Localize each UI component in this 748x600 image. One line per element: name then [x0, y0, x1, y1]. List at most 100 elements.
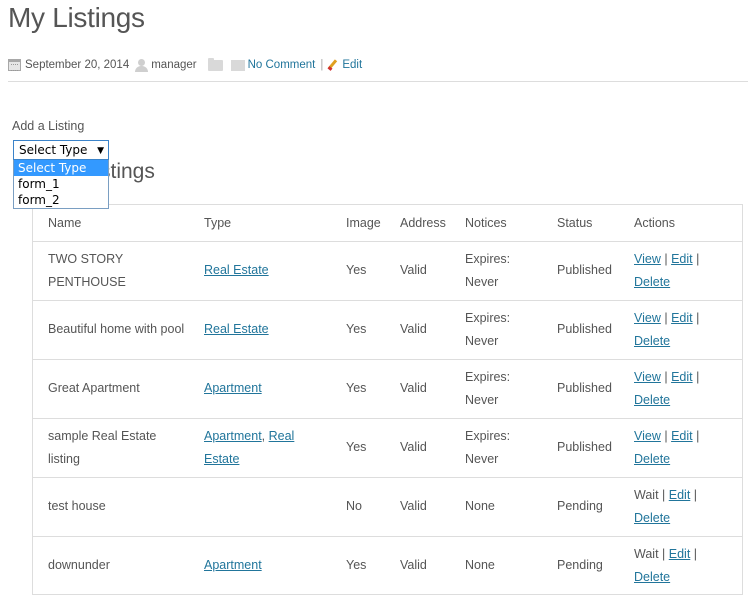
cell-name: Great Apartment: [33, 358, 189, 418]
header-image: Image: [331, 205, 385, 242]
cell-actions: View | Edit | Delete: [634, 251, 700, 289]
cell-name: test house: [33, 476, 189, 536]
cell-status: Pending: [542, 476, 619, 536]
delete-link[interactable]: Delete: [634, 452, 670, 466]
listing-type-selected-value: Select Type: [19, 143, 88, 157]
delete-link[interactable]: Delete: [634, 275, 670, 289]
cell-status: Published: [542, 299, 619, 359]
type-link[interactable]: Real Estate: [204, 263, 269, 277]
option-form-2[interactable]: form_2: [14, 192, 108, 208]
delete-link[interactable]: Delete: [634, 393, 670, 407]
divider: [8, 81, 748, 82]
cell-name: TWO STORY PENTHOUSE: [48, 251, 126, 289]
cell-address: Valid: [385, 358, 450, 418]
cell-address: Valid: [385, 417, 450, 477]
cell-image: No: [331, 476, 385, 536]
cell-name: downunder: [33, 535, 189, 595]
cell-type: Real Estate: [189, 299, 331, 359]
pencil-icon: [328, 60, 338, 70]
cell-image: Yes: [331, 358, 385, 418]
header-notices: Notices: [450, 205, 542, 242]
wait-label: Wait: [634, 546, 659, 561]
wait-label: Wait: [634, 487, 659, 502]
add-listing-label: Add a Listing: [12, 119, 85, 133]
edit-post-link[interactable]: Edit: [342, 59, 362, 71]
listing-type-select[interactable]: Select Type ▼: [13, 140, 109, 160]
edit-link[interactable]: Edit: [671, 429, 693, 443]
type-link[interactable]: Apartment: [204, 429, 262, 443]
post-author: manager: [151, 59, 197, 71]
table-header-row: Name Type Image Address Notices Status A…: [33, 205, 742, 242]
cell-actions: Wait | Edit | Delete: [619, 535, 742, 595]
edit-link[interactable]: Edit: [671, 252, 693, 266]
edit-link[interactable]: Edit: [669, 547, 691, 561]
view-link[interactable]: View: [634, 311, 661, 325]
cell-actions: Wait | Edit | Delete: [619, 476, 742, 536]
view-link[interactable]: View: [634, 252, 661, 266]
cell-status: Pending: [542, 535, 619, 595]
cell-type: Apartment, Real Estate: [189, 417, 331, 477]
delete-link[interactable]: Delete: [634, 511, 670, 525]
edit-link[interactable]: Edit: [671, 311, 693, 325]
edit-link[interactable]: Edit: [669, 488, 691, 502]
meta-separator: |: [320, 59, 324, 71]
cell-type: Apartment: [189, 358, 331, 418]
view-link[interactable]: View: [634, 370, 661, 384]
view-link[interactable]: View: [634, 429, 661, 443]
cell-type: Real Estate: [189, 241, 331, 300]
cell-notices: None: [450, 535, 542, 595]
post-meta: September 20, 2014 manager No Comment | …: [8, 57, 362, 73]
cell-image: Yes: [331, 299, 385, 359]
type-link[interactable]: Real Estate: [204, 322, 269, 336]
cell-notices: Expires: Never: [450, 358, 542, 418]
header-status: Status: [542, 205, 619, 242]
cell-type: Apartment: [189, 535, 331, 595]
cell-actions: View | Edit | Delete: [619, 417, 742, 477]
cell-actions: View | Edit | Delete: [619, 358, 742, 418]
user-icon: [135, 58, 149, 72]
cell-actions: View | Edit | Delete: [619, 299, 742, 359]
header-address: Address: [385, 205, 450, 242]
calendar-icon: [8, 59, 21, 71]
cell-address: Valid: [400, 263, 427, 277]
cell-image: Yes: [346, 263, 367, 277]
cell-address: Valid: [385, 299, 450, 359]
listing-rows: TWO STORY PENTHOUSE Real Estate Yes Valid Ex…: [33, 241, 742, 595]
listings-table: Name Type Image Address Notices Status A…: [33, 205, 742, 595]
cell-status: Published: [542, 358, 619, 418]
cell-address: Valid: [385, 476, 450, 536]
cell-address: Valid: [385, 535, 450, 595]
cell-name: Beautiful home with pool: [33, 299, 189, 359]
table-row: test house No Valid None Pending Wait | Edit …: [33, 476, 742, 536]
header-actions: Actions: [619, 205, 742, 242]
listing-type-dropdown[interactable]: Select Type ▼ Select Type form_1 form_2: [13, 140, 109, 209]
comment-icon: [230, 59, 245, 71]
listings-table-container: Name Type Image Address Notices Status A…: [32, 204, 743, 595]
cell-type: [189, 476, 331, 536]
post-date: September 20, 2014: [25, 59, 130, 71]
cell-image: Yes: [331, 417, 385, 477]
type-link[interactable]: Apartment: [204, 381, 262, 395]
edit-link[interactable]: Edit: [671, 370, 693, 384]
header-name: Name: [33, 205, 189, 242]
delete-link[interactable]: Delete: [634, 570, 670, 584]
page-title: My Listings: [8, 2, 145, 33]
no-comment-link[interactable]: No Comment: [248, 59, 316, 71]
option-select-type[interactable]: Select Type: [14, 160, 108, 176]
cell-status: Published: [542, 417, 619, 477]
table-row: Great Apartment Apartment Yes Valid Expires:…: [33, 358, 742, 418]
table-row: sample Real Estate listing Apartment, Rea…: [33, 417, 742, 477]
folder-icon: [207, 57, 223, 71]
table-row: Beautiful home with pool Real Estate Yes Va…: [33, 299, 742, 359]
table-row: TWO STORY PENTHOUSE Real Estate Yes Valid Ex…: [33, 241, 742, 300]
cell-status: Published: [557, 263, 612, 277]
option-form-1[interactable]: form_1: [14, 176, 108, 192]
cell-notices: None: [450, 476, 542, 536]
dropdown-arrow-icon: ▼: [97, 146, 104, 156]
delete-link[interactable]: Delete: [634, 334, 670, 348]
cell-notices: Expires: Never: [465, 251, 511, 289]
cell-name: sample Real Estate listing: [33, 417, 189, 477]
cell-notices: Expires: Never: [450, 299, 542, 359]
type-link[interactable]: Apartment: [204, 558, 262, 572]
cell-image: Yes: [331, 535, 385, 595]
